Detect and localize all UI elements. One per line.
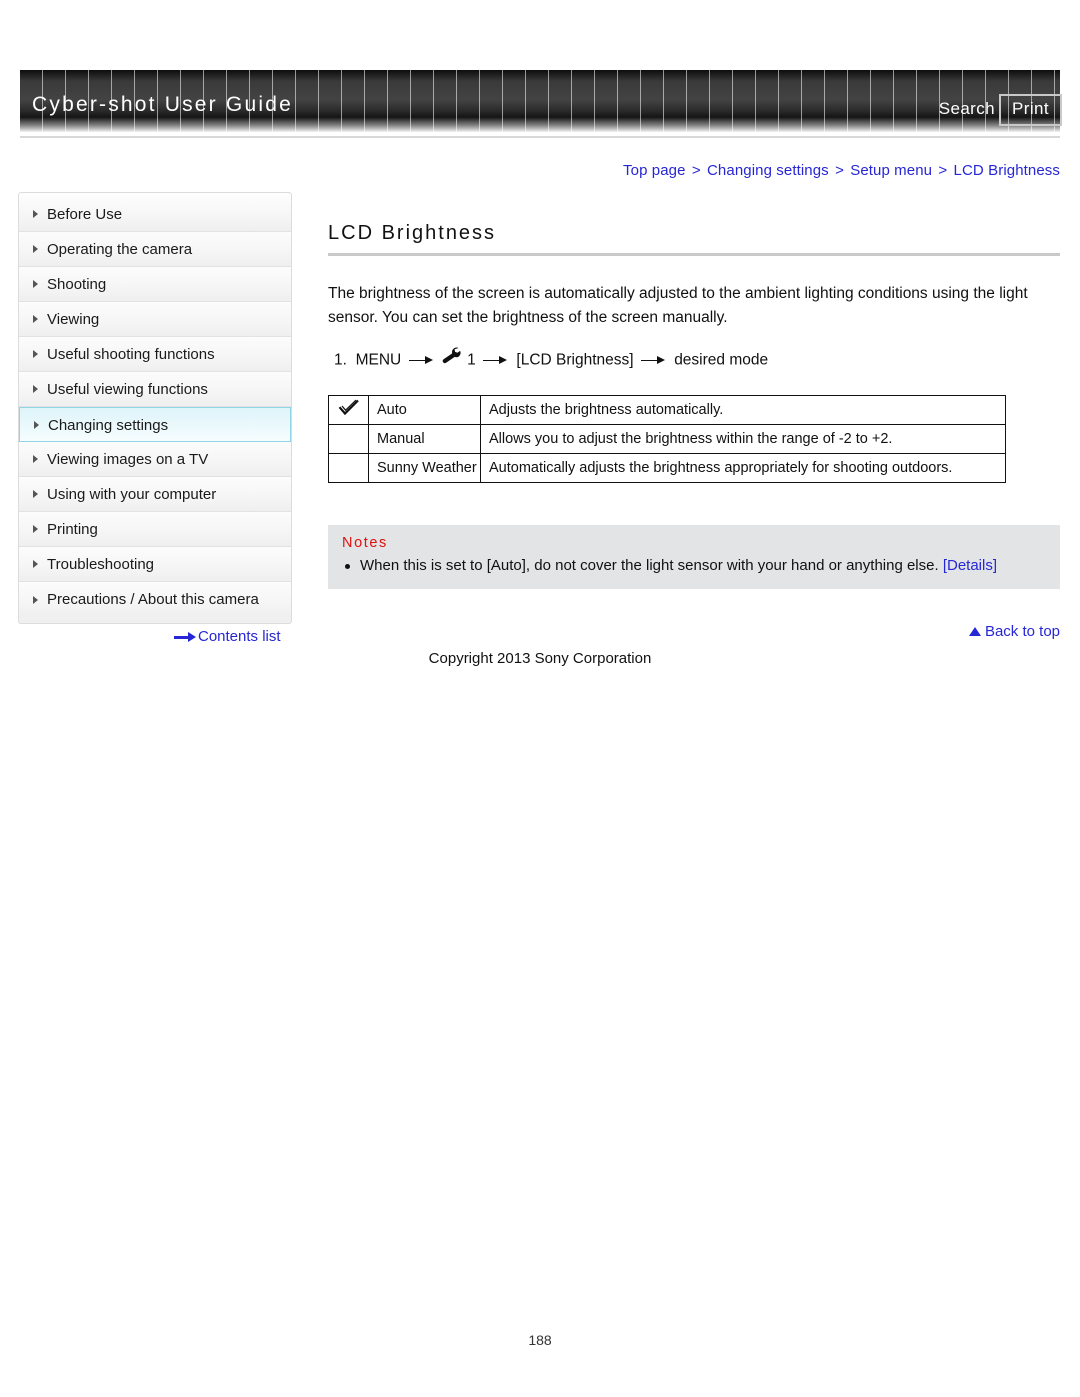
mode-description: Automatically adjusts the brightness app… [480,453,1006,483]
breadcrumb-item-changing-settings[interactable]: Changing settings [707,162,829,179]
modes-table: Auto Adjusts the brightness automaticall… [328,395,1006,483]
breadcrumb-separator: > [835,162,844,179]
notes-box: Notes When this is set to [Auto], do not… [328,525,1060,589]
sidebar-item-viewing[interactable]: Viewing [19,302,291,337]
step-result-label: desired mode [674,351,769,369]
default-mark-cell [328,395,369,425]
triangle-right-icon [33,350,38,358]
mode-name: Auto [368,395,481,425]
sidebar-item-shooting[interactable]: Shooting [19,267,291,302]
sidebar-item-printing[interactable]: Printing [19,512,291,547]
notes-list: When this is set to [Auto], do not cover… [342,555,1046,577]
mode-name: Manual [368,424,481,454]
table-row: Auto Adjusts the brightness automaticall… [328,395,1006,425]
breadcrumb: Top page > Changing settings > Setup men… [623,162,1060,179]
sidebar-item-label: Useful viewing functions [47,381,208,398]
breadcrumb-separator: > [938,162,948,179]
mode-description: Adjusts the brightness automatically. [480,395,1006,425]
arrow-right-icon [640,355,667,367]
triangle-right-icon [33,210,38,218]
mode-description: Allows you to adjust the brightness with… [480,424,1006,454]
sidebar-item-using-with-your-computer[interactable]: Using with your computer [19,477,291,512]
arrow-right-icon [483,355,509,367]
breadcrumb-separator: > [691,162,701,179]
triangle-right-icon [34,420,39,429]
print-button[interactable]: Print [999,94,1062,126]
step-item-label: [LCD Brightness] [516,351,634,369]
step-menu-tab-number: 1 [467,351,476,369]
sidebar-navigation: Before Use Operating the camera Shooting… [18,192,292,624]
search-link[interactable]: Search [939,99,995,119]
sidebar-item-before-use[interactable]: Before Use [19,197,291,232]
contents-list-label: Contents list [198,628,281,645]
page-number: 188 [528,1332,552,1348]
procedure-step: 1. MENU 1 [LCD Brightness] desired mode [334,347,1060,373]
triangle-right-icon [33,595,38,604]
sidebar-item-troubleshooting[interactable]: Troubleshooting [19,547,291,582]
back-to-top-label: Back to top [984,623,1060,640]
sidebar-item-label: Printing [47,521,98,538]
step-menu-label: MENU [355,351,402,369]
page-title: LCD Brightness [328,222,497,244]
triangle-right-icon [33,245,38,253]
sidebar-item-label: Shooting [47,276,107,293]
header-divider [20,136,1060,138]
default-mark-cell [328,453,369,483]
sidebar-item-label: Using with your computer [47,486,217,503]
note-text: When this is set to [Auto], do not cover… [360,557,939,574]
breadcrumb-item-top-page[interactable]: Top page [623,162,686,179]
breadcrumb-item-setup-menu[interactable]: Setup menu [850,162,932,179]
sidebar-item-useful-viewing-functions[interactable]: Useful viewing functions [19,372,291,407]
triangle-right-icon [33,560,38,568]
sidebar-item-label: Operating the camera [47,241,193,258]
details-link[interactable]: [Details] [943,557,997,574]
breadcrumb-item-lcd-brightness: LCD Brightness [953,162,1060,179]
triangle-right-icon [33,525,38,533]
site-title: Cyber-shot User Guide [32,93,293,116]
sidebar-item-label: Changing settings [48,417,169,434]
table-row: Manual Allows you to adjust the brightne… [328,424,1006,454]
checkmark-icon [338,399,360,421]
sidebar-item-label: Precautions / About this camera [47,591,259,608]
main-content: LCD Brightness The brightness of the scr… [328,222,1060,633]
triangle-right-icon [33,455,38,463]
title-divider [328,253,1060,256]
intro-paragraph: The brightness of the screen is automati… [328,285,1028,326]
sidebar-item-label: Viewing images on a TV [47,451,209,468]
triangle-right-icon [33,315,38,323]
sidebar-item-changing-settings[interactable]: Changing settings [19,407,291,442]
step-number: 1. [334,351,347,369]
sidebar-item-label: Viewing [47,311,100,328]
wrench-icon [442,347,461,372]
sidebar-item-label: Before Use [47,206,123,223]
copyright-text: Copyright 2013 Sony Corporation [428,650,652,667]
notes-heading: Notes [342,535,388,551]
sidebar-item-useful-shooting-functions[interactable]: Useful shooting functions [19,337,291,372]
default-mark-cell [328,424,369,454]
contents-list-link[interactable]: Contents list [174,628,281,645]
back-to-top-link[interactable]: Back to top [968,623,1060,640]
sidebar-item-precautions-about-this-camera[interactable]: Precautions / About this camera [19,582,291,617]
mode-name: Sunny Weather [368,453,481,483]
table-row: Sunny Weather Automatically adjusts the … [328,453,1006,483]
triangle-right-icon [33,490,38,498]
note-item: When this is set to [Auto], do not cover… [342,555,1046,577]
triangle-up-icon [968,627,981,636]
sidebar-item-label: Troubleshooting [47,556,155,573]
triangle-right-icon [33,385,38,393]
arrow-right-icon [408,355,435,367]
sidebar-item-viewing-images-on-a-tv[interactable]: Viewing images on a TV [19,442,291,477]
triangle-right-icon [33,280,38,288]
sidebar-item-label: Useful shooting functions [47,346,215,363]
sidebar-item-operating-the-camera[interactable]: Operating the camera [19,232,291,267]
arrow-right-icon [174,632,196,643]
